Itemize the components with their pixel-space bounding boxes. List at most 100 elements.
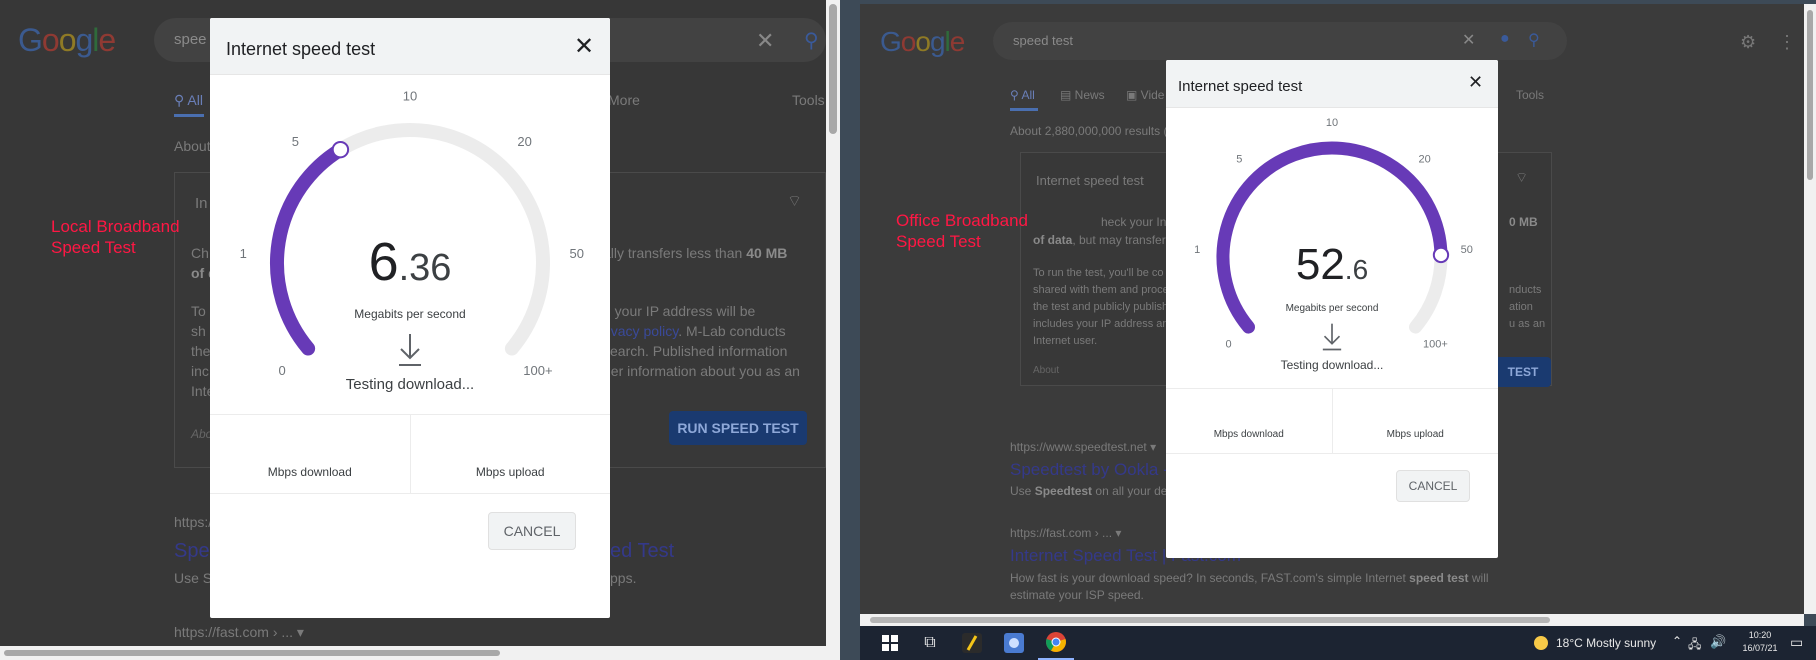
download-arrow-icon: [1322, 323, 1342, 351]
run-speed-test-button[interactable]: TEST: [1495, 357, 1551, 387]
result2-url[interactable]: https://fast.com › ... ▾: [1010, 526, 1121, 540]
office-broadband-label: Office Broadband Speed Test: [896, 211, 1028, 251]
search-input[interactable]: speed test: [993, 22, 1567, 60]
tab-tools[interactable]: Tools: [792, 92, 825, 108]
local-broadband-label: Local Broadband Speed Test: [51, 217, 180, 257]
speed-value: 52.6: [1295, 240, 1369, 289]
gauge-tick-label: 5: [292, 134, 299, 149]
tab-tools[interactable]: Tools: [1516, 88, 1544, 102]
result1-snippet: Use Speedtest on all your dev: [1010, 484, 1174, 498]
weather-sun-icon[interactable]: [1530, 626, 1552, 660]
gauge-tick-label: 10: [1326, 117, 1338, 129]
tab-more[interactable]: More: [608, 92, 640, 108]
speed-value: 6.36: [368, 232, 452, 292]
gauge-tick-label: 0: [1226, 339, 1232, 351]
card-para-left: To run the test, you'll be co shared with…: [1033, 267, 1169, 347]
search-query-text: speed test: [1013, 33, 1073, 48]
run-speed-test-button[interactable]: RUN SPEED TEST: [669, 411, 807, 445]
chrome-app-icon[interactable]: [1038, 626, 1074, 660]
weather-text[interactable]: 18°C Mostly sunny: [1556, 636, 1656, 650]
download-label: Mbps download: [1213, 429, 1284, 440]
upload-result: Mbps upload: [1331, 389, 1499, 453]
speed-unit-label: Megabits per second: [1285, 303, 1379, 314]
left-browser-window: Google spee ✕ ⚲ ⚲ All More Tools About I…: [0, 0, 826, 656]
gauge-tick-label: 5: [1236, 154, 1242, 166]
wifi-icon: ⌔: [1515, 169, 1529, 185]
download-arrow-icon: [399, 334, 421, 366]
card-desc-bold-end: 0 MB: [1509, 215, 1538, 229]
search-query-text: spee: [174, 31, 207, 48]
right-vertical-scrollbar[interactable]: [1804, 4, 1816, 614]
teams-app-icon[interactable]: [996, 626, 1032, 660]
upload-label: Mbps upload: [475, 465, 545, 479]
result2-snippet: How fast is your download speed? In seco…: [1010, 571, 1489, 602]
result1-url[interactable]: https://www.speedtest.net ▾: [1010, 440, 1156, 454]
show-hidden-icons-chevron-icon[interactable]: ⌃: [1672, 634, 1682, 648]
result-title-start[interactable]: Spe: [174, 540, 210, 563]
gauge-tick-label: 100+: [1423, 339, 1448, 351]
speed-test-dialog: Internet speed test ✕ 0 1 5 10 20 50 100+ 6.36…: [210, 18, 610, 618]
tab-videos[interactable]: ▣ Vide: [1126, 88, 1164, 102]
cancel-button[interactable]: CANCEL: [1396, 470, 1470, 502]
windows-taskbar: ⧉ 18°C Mostly sunny ⌃ 🖧 🔊 10:20 16/07/21…: [860, 626, 1816, 660]
gauge-tick-label: 10: [403, 89, 417, 104]
clear-search-icon[interactable]: ✕: [1462, 30, 1475, 50]
settings-gear-icon[interactable]: ⚙: [1740, 32, 1756, 53]
card-about-link[interactable]: About: [1033, 365, 1059, 376]
google-logo[interactable]: Google: [18, 22, 116, 59]
clock-time: 10:20: [1748, 630, 1772, 640]
clock[interactable]: 10:20 16/07/21: [1740, 629, 1780, 655]
cancel-button[interactable]: CANCEL: [488, 512, 576, 550]
clock-date: 16/07/21: [1742, 643, 1778, 653]
card-para-right: nducts ation u as an: [1509, 284, 1546, 330]
gauge-tick-label: 20: [517, 134, 531, 149]
download-result: Mbps download: [1166, 389, 1332, 453]
results-count: About 2,880,000,000 results (0: [1010, 124, 1175, 138]
download-result: Mbps download: [210, 415, 410, 493]
result-title-end[interactable]: ed Test: [610, 540, 674, 563]
wifi-icon: ⌔: [787, 193, 803, 210]
result-url-2[interactable]: https://fast.com › ... ▾: [174, 624, 304, 641]
clear-search-icon[interactable]: ✕: [756, 28, 774, 54]
left-vertical-scrollbar[interactable]: [826, 0, 840, 656]
search-icon[interactable]: ⚲: [804, 28, 819, 53]
card-desc-end: ally transfers less than 40 MB: [603, 245, 788, 261]
testing-status: Testing download...: [1280, 358, 1384, 372]
card-title: Internet speed test: [1036, 173, 1144, 188]
notifications-icon[interactable]: ▭: [1790, 634, 1803, 651]
result-url[interactable]: https:/: [174, 514, 212, 530]
task-view-icon[interactable]: ⧉: [912, 626, 948, 660]
card-title: In: [195, 195, 208, 212]
right-browser-window: Google speed test ✕ ● ⚲ ⚙ ⋮⋮ ⚲ All ▤ New…: [860, 4, 1804, 614]
tab-all-underline: [174, 114, 204, 117]
privacy-policy-link[interactable]: rivacy policy: [603, 323, 678, 339]
upload-label: Mbps upload: [1386, 429, 1444, 440]
apps-grid-icon[interactable]: ⋮⋮: [1778, 32, 1804, 53]
search-icon[interactable]: ⚲: [1528, 30, 1540, 50]
speed-unit-label: Megabits per second: [354, 307, 466, 321]
results-row: Mbps download Mbps upload: [210, 414, 610, 494]
right-horizontal-scrollbar[interactable]: [860, 614, 1804, 626]
tab-all[interactable]: ⚲ All: [174, 92, 203, 109]
gauge-tick-label: 20: [1419, 154, 1431, 166]
google-logo[interactable]: Google: [880, 26, 965, 58]
windows-start-icon[interactable]: [872, 626, 908, 660]
tab-news[interactable]: ▤ News: [1060, 88, 1105, 102]
tab-all[interactable]: ⚲ All: [1010, 88, 1035, 102]
results-about: About: [174, 138, 211, 154]
testing-status: Testing download...: [345, 376, 475, 393]
microphone-icon[interactable]: ●: [1500, 30, 1510, 48]
result1-title[interactable]: Speedtest by Ookla -: [1010, 460, 1169, 480]
left-horizontal-scrollbar[interactable]: [0, 646, 840, 660]
card-desc-line2: of data, but may transfer m: [1033, 233, 1180, 247]
result-snippet-start: Use S: [174, 570, 213, 586]
results-row: Mbps download Mbps upload: [1166, 388, 1498, 454]
card-desc-start: Ch: [191, 245, 209, 261]
result-snippet-end: pps.: [610, 570, 637, 586]
network-icon[interactable]: 🖧: [1688, 635, 1701, 656]
tab-all-underline: [1010, 108, 1038, 111]
gauge-fill: [1216, 141, 1448, 334]
sketch-app-icon[interactable]: [954, 626, 990, 660]
volume-icon[interactable]: 🔊: [1710, 634, 1726, 650]
download-label: Mbps download: [267, 465, 352, 479]
